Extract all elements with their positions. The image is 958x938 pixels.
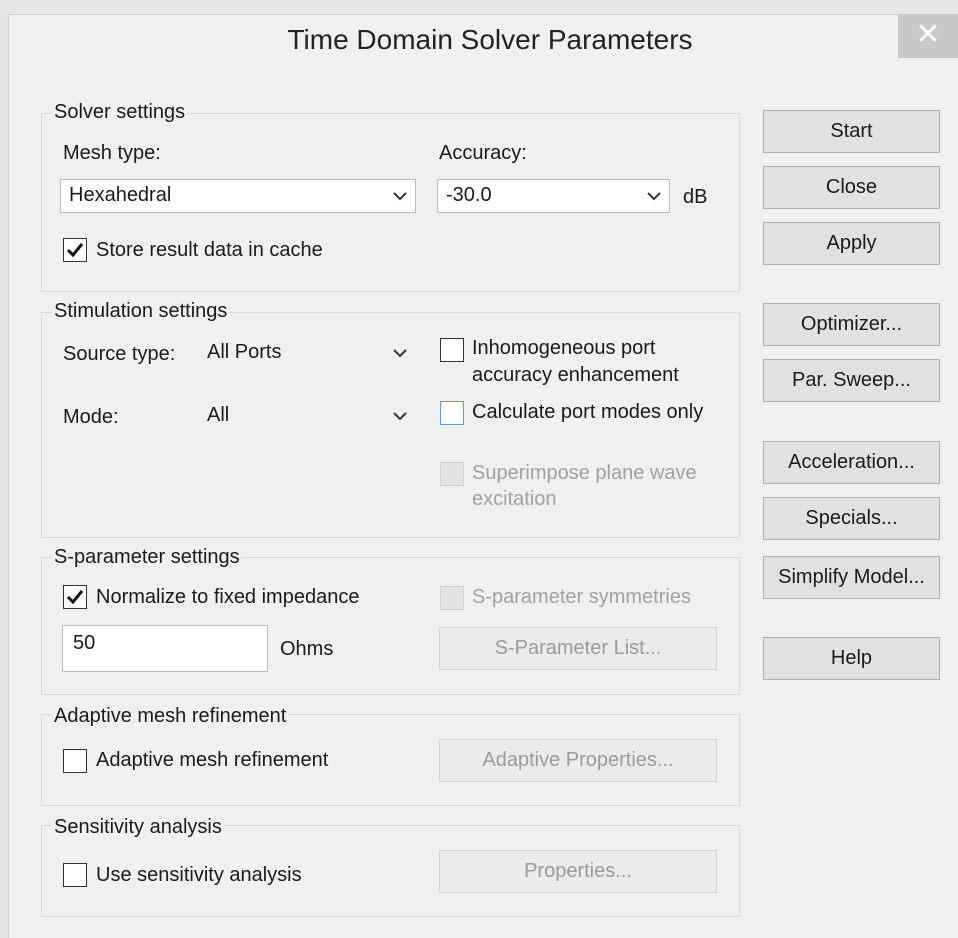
normalize-impedance-label[interactable]: Normalize to fixed impedance xyxy=(96,586,359,609)
stimulation-settings-legend: Stimulation settings xyxy=(52,300,230,323)
window-top-strip xyxy=(0,0,958,15)
sparameter-list-button[interactable]: S-Parameter List... xyxy=(439,627,717,670)
par-sweep-button[interactable]: Par. Sweep... xyxy=(763,359,940,402)
source-type-label: Source type: xyxy=(63,343,176,365)
normalize-impedance-checkbox[interactable] xyxy=(63,585,87,609)
adaptive-properties-button[interactable]: Adaptive Properties... xyxy=(439,739,717,782)
chevron-down-icon xyxy=(393,349,407,358)
calc-port-modes-label[interactable]: Calculate port modes only xyxy=(472,401,703,424)
accuracy-unit: dB xyxy=(683,186,708,208)
sparameter-settings-legend: S-parameter settings xyxy=(52,546,242,569)
chevron-down-icon xyxy=(393,192,407,201)
accuracy-select[interactable]: -30.0 xyxy=(437,179,670,213)
start-button[interactable]: Start xyxy=(763,110,940,153)
checkmark-icon xyxy=(66,243,84,258)
mesh-type-label: Mesh type: xyxy=(63,142,161,164)
sensitivity-analysis-label[interactable]: Use sensitivity analysis xyxy=(96,864,302,887)
sensitivity-analysis-legend: Sensitivity analysis xyxy=(52,816,224,839)
adaptive-mesh-checkbox[interactable] xyxy=(63,749,87,773)
superimpose-plane-wave-checkbox[interactable] xyxy=(440,462,464,486)
superimpose-plane-wave-label-line2: excitation xyxy=(472,488,557,510)
mode-select[interactable]: All xyxy=(198,399,416,433)
impedance-input[interactable]: 50 xyxy=(62,625,268,672)
accuracy-label: Accuracy: xyxy=(439,142,527,164)
sparameter-symmetries-label: S-parameter symmetries xyxy=(472,586,691,608)
calc-port-modes-checkbox[interactable] xyxy=(440,401,464,425)
inhomogeneous-port-label-line2[interactable]: accuracy enhancement xyxy=(472,364,679,387)
chevron-down-icon xyxy=(647,192,661,201)
sensitivity-properties-button[interactable]: Properties... xyxy=(439,850,717,893)
inhomogeneous-port-checkbox[interactable] xyxy=(440,338,464,362)
source-type-select[interactable]: All Ports xyxy=(198,336,416,370)
store-cache-checkbox[interactable] xyxy=(63,238,87,262)
sensitivity-analysis-checkbox[interactable] xyxy=(63,863,87,887)
impedance-value: 50 xyxy=(73,632,96,654)
acceleration-button[interactable]: Acceleration... xyxy=(763,441,940,484)
solver-settings-legend: Solver settings xyxy=(52,101,188,124)
window-left-edge xyxy=(0,14,9,938)
superimpose-plane-wave-label-line1: Superimpose plane wave xyxy=(472,462,697,484)
close-window-button[interactable]: ✕ xyxy=(898,14,958,58)
impedance-unit: Ohms xyxy=(280,638,334,660)
adaptive-mesh-legend: Adaptive mesh refinement xyxy=(52,705,289,728)
inhomogeneous-port-label-line1[interactable]: Inhomogeneous port xyxy=(472,337,655,360)
checkmark-icon xyxy=(66,590,84,605)
simplify-model-button[interactable]: Simplify Model... xyxy=(763,556,940,599)
chevron-down-icon xyxy=(393,412,407,421)
close-button[interactable]: Close xyxy=(763,166,940,209)
mode-value: All xyxy=(207,404,230,426)
source-type-value: All Ports xyxy=(207,341,282,363)
store-cache-label[interactable]: Store result data in cache xyxy=(96,239,323,262)
mode-label: Mode: xyxy=(63,406,119,428)
accuracy-value: -30.0 xyxy=(446,184,492,206)
adaptive-mesh-label[interactable]: Adaptive mesh refinement xyxy=(96,749,328,772)
specials-button[interactable]: Specials... xyxy=(763,497,940,540)
sparameter-symmetries-checkbox[interactable] xyxy=(440,586,464,610)
mesh-type-select[interactable]: Hexahedral xyxy=(60,179,416,213)
help-button[interactable]: Help xyxy=(763,637,940,680)
optimizer-button[interactable]: Optimizer... xyxy=(763,303,940,346)
dialog-title: Time Domain Solver Parameters xyxy=(287,24,693,55)
apply-button[interactable]: Apply xyxy=(763,222,940,265)
mesh-type-value: Hexahedral xyxy=(69,184,172,206)
